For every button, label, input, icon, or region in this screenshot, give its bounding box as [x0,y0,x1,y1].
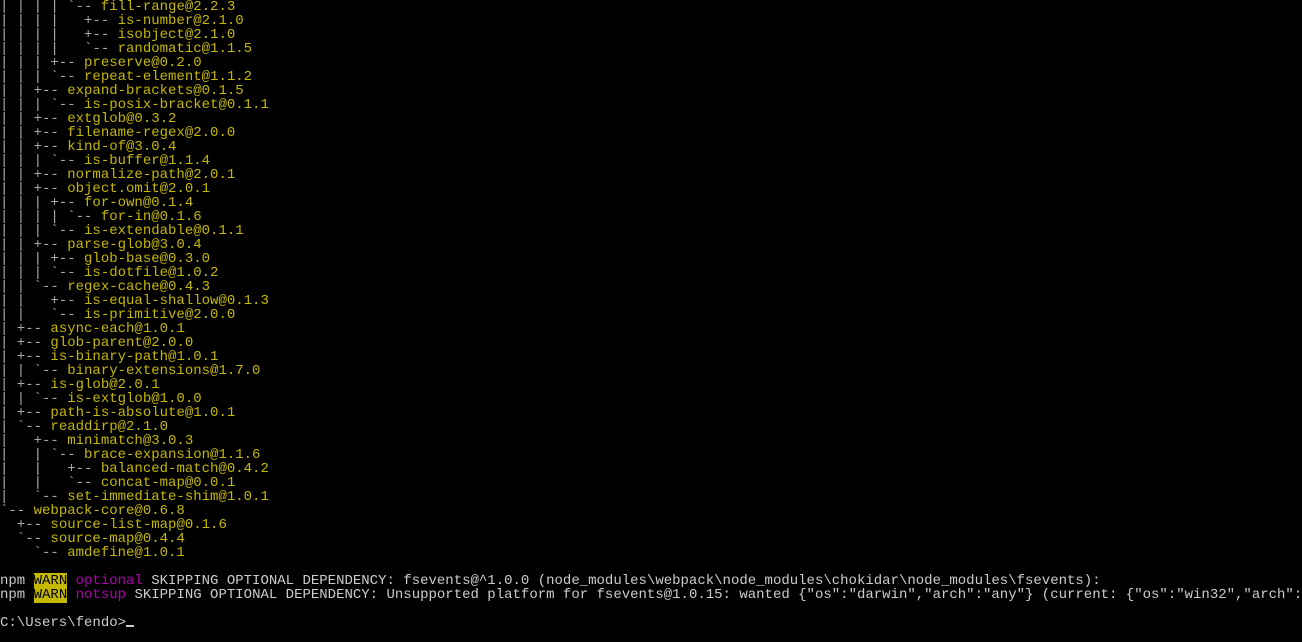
tree-line: | | +-- normalize-path@2.0.1 [0,168,1302,182]
warn-badge: WARN [34,587,68,603]
tree-line: | | +-- parse-glob@3.0.4 [0,238,1302,252]
tree-branch: `-- [0,545,67,561]
npm-warn-line: npm WARN optional SKIPPING OPTIONAL DEPE… [0,574,1302,588]
warn-tag: notsup [76,587,126,603]
tree-line: | +-- async-each@1.0.1 [0,322,1302,336]
tree-line: | | `-- binary-extensions@1.7.0 [0,364,1302,378]
tree-line: | | | | +-- isobject@2.1.0 [0,28,1302,42]
prompt-text: C:\Users\fendo> [0,615,126,631]
tree-line: | | | `-- is-posix-bracket@0.1.1 [0,98,1302,112]
tree-line: `-- webpack-core@0.6.8 [0,504,1302,518]
tree-line: `-- source-map@0.4.4 [0,532,1302,546]
tree-line: | | | | `-- randomatic@1.1.5 [0,42,1302,56]
tree-line: | | +-- extglob@0.3.2 [0,112,1302,126]
tree-line: | | | `-- is-dotfile@1.0.2 [0,266,1302,280]
tree-line: | +-- minimatch@3.0.3 [0,434,1302,448]
tree-line: | | +-- filename-regex@2.0.0 [0,126,1302,140]
prompt-line[interactable]: C:\Users\fendo> [0,616,1302,630]
tree-line: | +-- glob-parent@2.0.0 [0,336,1302,350]
tree-line: | | `-- is-primitive@2.0.0 [0,308,1302,322]
tree-line: | | +-- is-equal-shallow@0.1.3 [0,294,1302,308]
tree-line: | | | +-- glob-base@0.3.0 [0,252,1302,266]
tree-line: | | | | `-- for-in@0.1.6 [0,210,1302,224]
tree-line: | | `-- brace-expansion@1.1.6 [0,448,1302,462]
tree-line: | | +-- balanced-match@0.4.2 [0,462,1302,476]
package-name: amdefine@1.0.1 [67,545,185,561]
tree-line: | | `-- concat-map@0.0.1 [0,476,1302,490]
tree-line: | | +-- object.omit@2.0.1 [0,182,1302,196]
tree-line: | +-- path-is-absolute@1.0.1 [0,406,1302,420]
tree-line: | | | | `-- fill-range@2.2.3 [0,0,1302,14]
npm-warn-line: npm WARN notsup SKIPPING OPTIONAL DEPEND… [0,588,1302,602]
tree-line: | +-- is-binary-path@1.0.1 [0,350,1302,364]
tree-line: `-- amdefine@1.0.1 [0,546,1302,560]
tree-line: | | | +-- preserve@0.2.0 [0,56,1302,70]
tree-line: | | +-- kind-of@3.0.4 [0,140,1302,154]
tree-line: | | | `-- is-buffer@1.1.4 [0,154,1302,168]
tree-line: +-- source-list-map@0.1.6 [0,518,1302,532]
tree-line: | `-- set-immediate-shim@1.0.1 [0,490,1302,504]
npm-label: npm [0,587,34,603]
tree-line: | | `-- is-extglob@1.0.0 [0,392,1302,406]
tree-line: | | `-- regex-cache@0.4.3 [0,280,1302,294]
cursor [126,625,134,627]
terminal-output[interactable]: | | | | `-- fill-range@2.2.3| | | | +-- … [0,0,1302,630]
tree-line: | +-- is-glob@2.0.1 [0,378,1302,392]
tree-line: | | | `-- is-extendable@0.1.1 [0,224,1302,238]
warn-message: SKIPPING OPTIONAL DEPENDENCY: Unsupporte… [126,587,1302,603]
tree-line: | | | | +-- is-number@2.1.0 [0,14,1302,28]
tree-line: | | +-- expand-brackets@0.1.5 [0,84,1302,98]
tree-line: | | | `-- repeat-element@1.1.2 [0,70,1302,84]
tree-line: | | | +-- for-own@0.1.4 [0,196,1302,210]
tree-line: | `-- readdirp@2.1.0 [0,420,1302,434]
